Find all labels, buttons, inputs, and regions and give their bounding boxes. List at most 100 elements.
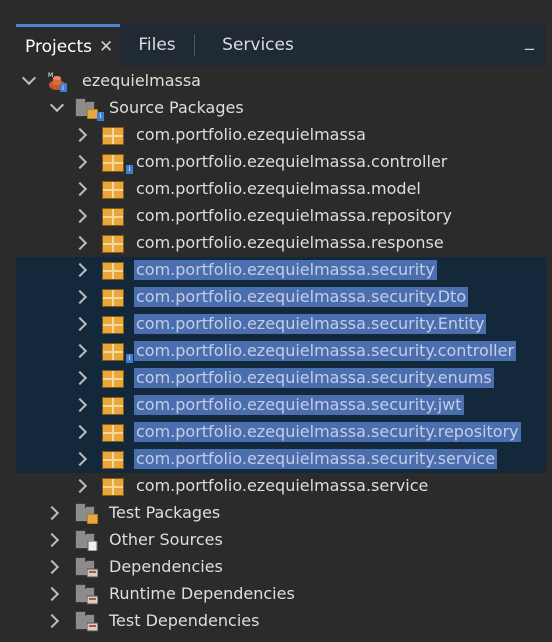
chevron-right-icon[interactable] (72, 154, 88, 170)
chevron-right-icon[interactable] (72, 397, 88, 413)
chevron-right-icon[interactable] (72, 127, 88, 143)
tab-files[interactable]: Files (120, 24, 194, 66)
folder-icon (75, 584, 98, 605)
package-label: com.portfolio.ezequielmassa.repository (136, 206, 452, 225)
tree-node-package[interactable]: com.portfolio.ezequielmassa.repository (16, 203, 546, 230)
java-package-icon (102, 478, 124, 496)
java-package-icon (102, 451, 124, 469)
file-overlay-icon (87, 541, 98, 551)
test-dependencies-label: Test Dependencies (109, 611, 260, 630)
tab-projects-label: Projects (25, 36, 93, 57)
maven-project-icon: M i (48, 72, 67, 92)
tree-node-project[interactable]: M i ezequielmassa (16, 68, 546, 95)
folder-icon (75, 557, 98, 578)
chevron-right-icon[interactable] (72, 424, 88, 440)
java-package-icon (102, 235, 124, 253)
package-label: com.portfolio.ezequielmassa.security.Dto (134, 287, 469, 307)
chevron-right-icon[interactable] (72, 316, 88, 332)
chevron-right-icon[interactable] (44, 532, 60, 548)
tree-node-package-selected[interactable]: com.portfolio.ezequielmassa.security (16, 257, 546, 284)
tree-node-source-packages[interactable]: i Source Packages (16, 95, 546, 122)
source-packages-label: Source Packages (109, 98, 244, 117)
package-label: com.portfolio.ezequielmassa.security.con… (134, 341, 517, 361)
tree-node-package-selected[interactable]: com.portfolio.ezequielmassa.security.Ent… (16, 311, 546, 338)
chevron-down-icon[interactable] (21, 70, 37, 86)
tab-services[interactable]: Services (210, 24, 306, 66)
package-label: com.portfolio.ezequielmassa.controller (136, 152, 448, 171)
chevron-right-icon[interactable] (72, 451, 88, 467)
java-package-icon (102, 289, 124, 307)
tree-node-package-selected[interactable]: com.portfolio.ezequielmassa.security.ser… (16, 446, 546, 473)
info-badge-icon: i (126, 354, 133, 363)
java-package-icon (102, 127, 124, 145)
package-label: com.portfolio.ezequielmassa.service (136, 476, 429, 495)
project-name: ezequielmassa (82, 71, 201, 90)
library-overlay-icon (87, 595, 98, 605)
tree-node-package[interactable]: com.portfolio.ezequielmassa (16, 122, 546, 149)
package-label: com.portfolio.ezequielmassa.security.jwt (134, 395, 464, 415)
svg-text:M: M (48, 72, 53, 79)
package-overlay-icon (87, 514, 98, 524)
tree-node-package[interactable]: com.portfolio.ezequielmassa.response (16, 230, 546, 257)
package-label: com.portfolio.ezequielmassa.security.rep… (134, 422, 521, 442)
tree-node-other-sources[interactable]: Other Sources (16, 527, 546, 554)
tree-node-package[interactable]: com.portfolio.ezequielmassa.service (16, 473, 546, 500)
package-label: com.portfolio.ezequielmassa.security.Ent… (134, 314, 487, 334)
folder-icon (75, 98, 98, 119)
minimize-button[interactable]: _ (525, 30, 534, 51)
tree-node-package-selected[interactable]: i com.portfolio.ezequielmassa.security.c… (16, 338, 546, 365)
chevron-right-icon[interactable] (44, 505, 60, 521)
chevron-right-icon[interactable] (72, 478, 88, 494)
package-label: com.portfolio.ezequielmassa.security.ser… (134, 449, 498, 469)
chevron-right-icon[interactable] (72, 208, 88, 224)
project-tree: M i ezequielmassa i Source Packages com.… (16, 66, 546, 642)
tree-node-package-selected[interactable]: com.portfolio.ezequielmassa.security.Dto (16, 284, 546, 311)
java-package-icon (102, 154, 124, 172)
package-label: com.portfolio.ezequielmassa.model (136, 179, 421, 198)
tree-node-package[interactable]: i com.portfolio.ezequielmassa.controller (16, 149, 546, 176)
tree-node-package-selected[interactable]: com.portfolio.ezequielmassa.security.jwt (16, 392, 546, 419)
java-package-icon (102, 343, 124, 361)
test-packages-label: Test Packages (109, 503, 221, 522)
package-label: com.portfolio.ezequielmassa.security (134, 260, 437, 280)
chevron-down-icon[interactable] (49, 97, 65, 113)
other-sources-label: Other Sources (109, 530, 223, 549)
tree-node-test-dependencies[interactable]: Test Dependencies (16, 608, 546, 635)
tree-node-package[interactable]: com.portfolio.ezequielmassa.model (16, 176, 546, 203)
tab-separator (194, 34, 195, 56)
java-package-icon (102, 397, 124, 415)
tree-node-package-selected[interactable]: com.portfolio.ezequielmassa.security.enu… (16, 365, 546, 392)
tab-projects[interactable]: Projects ✕ (16, 24, 120, 66)
package-label: com.portfolio.ezequielmassa.security.enu… (134, 368, 494, 388)
tree-node-runtime-dependencies[interactable]: Runtime Dependencies (16, 581, 546, 608)
java-package-icon (102, 370, 124, 388)
package-label: com.portfolio.ezequielmassa (136, 125, 366, 144)
tree-node-test-packages[interactable]: Test Packages (16, 500, 546, 527)
tree-node-package-selected[interactable]: com.portfolio.ezequielmassa.security.rep… (16, 419, 546, 446)
folder-icon (75, 503, 98, 524)
runtime-dependencies-label: Runtime Dependencies (109, 584, 295, 603)
info-badge-icon: i (97, 112, 104, 121)
info-badge-icon: i (126, 165, 133, 174)
library-overlay-icon (87, 568, 98, 578)
close-icon[interactable]: ✕ (99, 37, 113, 57)
window-frame-left (0, 0, 16, 642)
svg-text:i: i (62, 84, 64, 92)
java-package-icon (102, 316, 124, 334)
chevron-right-icon[interactable] (72, 235, 88, 251)
java-package-icon (102, 181, 124, 199)
chevron-right-icon[interactable] (44, 559, 60, 575)
chevron-right-icon[interactable] (72, 262, 88, 278)
chevron-right-icon[interactable] (72, 181, 88, 197)
chevron-right-icon[interactable] (72, 370, 88, 386)
chevron-right-icon[interactable] (72, 343, 88, 359)
tree-node-dependencies[interactable]: Dependencies (16, 554, 546, 581)
java-package-icon (102, 424, 124, 442)
chevron-right-icon[interactable] (44, 613, 60, 629)
chevron-right-icon[interactable] (44, 586, 60, 602)
folder-icon (75, 530, 98, 551)
library-overlay-icon (87, 622, 98, 632)
java-package-icon (102, 208, 124, 226)
tab-services-label: Services (222, 35, 294, 55)
chevron-right-icon[interactable] (72, 289, 88, 305)
